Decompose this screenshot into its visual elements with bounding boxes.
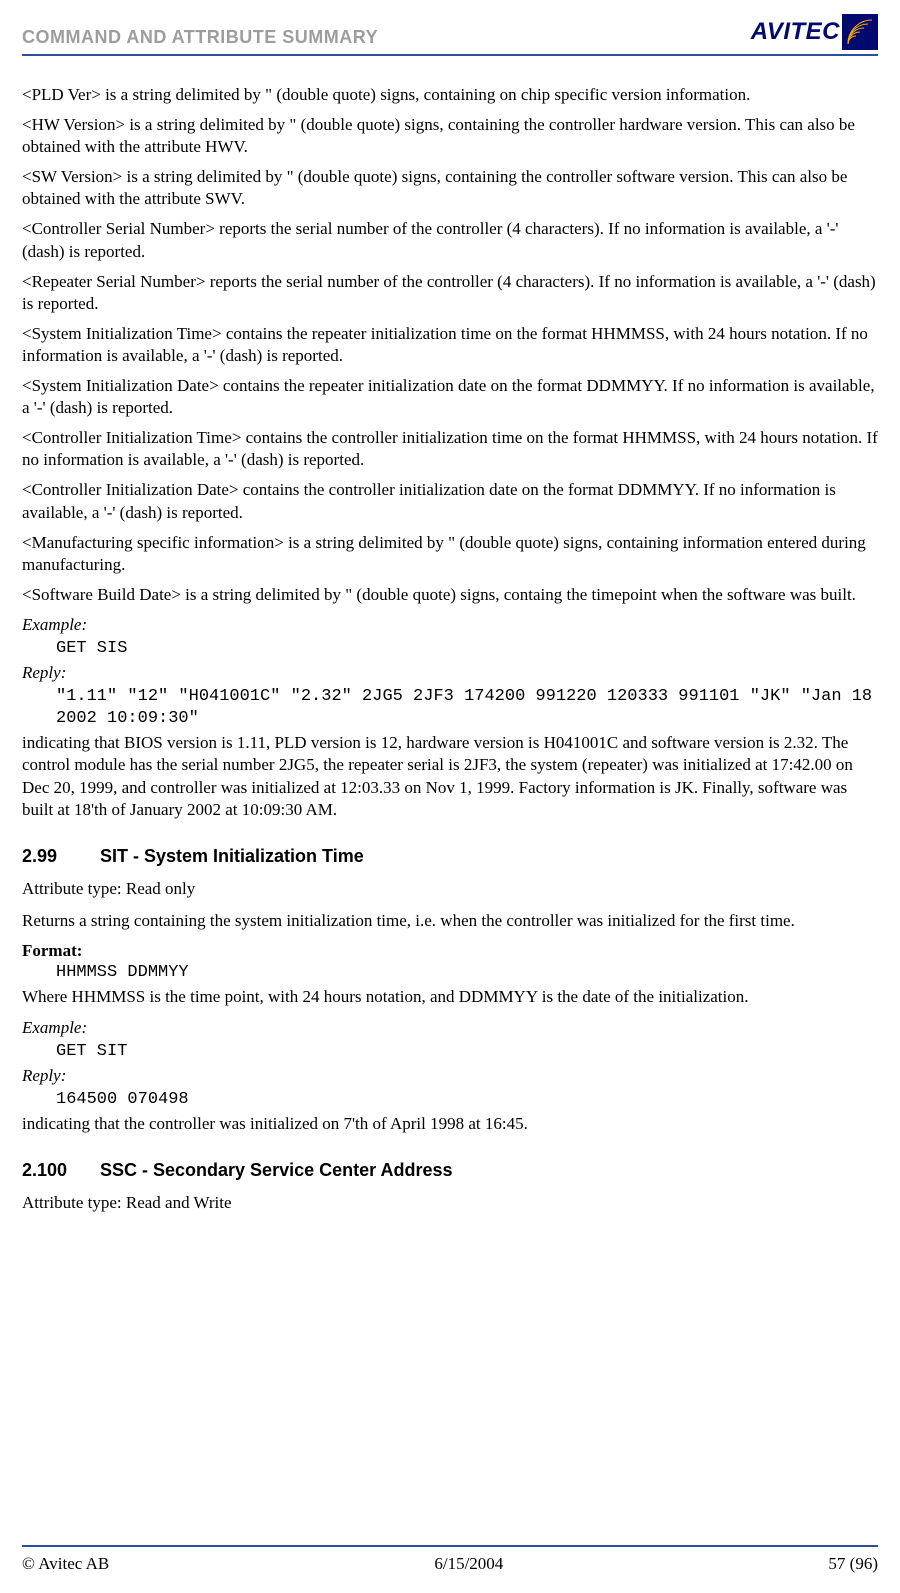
paragraph: <Controller Initialization Date> contain… bbox=[22, 479, 878, 523]
section-title: SIT - System Initialization Time bbox=[100, 846, 364, 866]
page: COMMAND AND ATTRIBUTE SUMMARY AVITEC <PL… bbox=[0, 0, 900, 1593]
paragraph: <Manufacturing specific information> is … bbox=[22, 532, 878, 576]
section-heading-ssc: 2.100SSC - Secondary Service Center Addr… bbox=[22, 1159, 878, 1182]
paragraph: <HW Version> is a string delimited by " … bbox=[22, 114, 878, 158]
logo: AVITEC bbox=[751, 14, 878, 50]
attribute-type: Attribute type: Read only bbox=[22, 878, 878, 900]
section-number: 2.99 bbox=[22, 845, 100, 868]
paragraph: indicating that the controller was initi… bbox=[22, 1113, 878, 1135]
paragraph: <SW Version> is a string delimited by " … bbox=[22, 166, 878, 210]
paragraph: <System Initialization Date> contains th… bbox=[22, 375, 878, 419]
paragraph: <Controller Initialization Time> contain… bbox=[22, 427, 878, 471]
reply-code: 164500 070498 bbox=[56, 1089, 878, 1111]
page-footer: © Avitec AB 6/15/2004 57 (96) bbox=[22, 1545, 878, 1575]
footer-center: 6/15/2004 bbox=[434, 1553, 503, 1575]
example-code: GET SIS bbox=[56, 638, 878, 660]
paragraph: <Software Build Date> is a string delimi… bbox=[22, 584, 878, 606]
reply-label: Reply: bbox=[22, 1065, 878, 1087]
paragraph: Returns a string containing the system i… bbox=[22, 910, 878, 932]
format-code: HHMMSS DDMMYY bbox=[56, 962, 878, 984]
paragraph: <PLD Ver> is a string delimited by " (do… bbox=[22, 84, 878, 106]
reply-label: Reply: bbox=[22, 662, 878, 684]
logo-text: AVITEC bbox=[751, 16, 842, 47]
example-code: GET SIT bbox=[56, 1041, 878, 1063]
paragraph: <Controller Serial Number> reports the s… bbox=[22, 218, 878, 262]
header-title: COMMAND AND ATTRIBUTE SUMMARY bbox=[22, 14, 378, 49]
example-label: Example: bbox=[22, 614, 878, 636]
footer-left: © Avitec AB bbox=[22, 1553, 109, 1575]
reply-code: "1.11" "12" "H041001C" "2.32" 2JG5 2JF3 … bbox=[56, 686, 878, 730]
paragraph: Where HHMMSS is the time point, with 24 … bbox=[22, 986, 878, 1008]
paragraph: <System Initialization Time> contains th… bbox=[22, 323, 878, 367]
example-label: Example: bbox=[22, 1017, 878, 1039]
footer-right: 57 (96) bbox=[828, 1553, 878, 1575]
content: <PLD Ver> is a string delimited by " (do… bbox=[22, 84, 878, 1521]
section-title: SSC - Secondary Service Center Address bbox=[100, 1160, 452, 1180]
section-heading-sit: 2.99SIT - System Initialization Time bbox=[22, 845, 878, 868]
page-header: COMMAND AND ATTRIBUTE SUMMARY AVITEC bbox=[22, 14, 878, 56]
paragraph: <Repeater Serial Number> reports the ser… bbox=[22, 271, 878, 315]
section-number: 2.100 bbox=[22, 1159, 100, 1182]
paragraph: indicating that BIOS version is 1.11, PL… bbox=[22, 732, 878, 820]
attribute-type: Attribute type: Read and Write bbox=[22, 1192, 878, 1214]
format-label: Format: bbox=[22, 940, 878, 962]
avitec-sun-icon bbox=[842, 14, 878, 50]
